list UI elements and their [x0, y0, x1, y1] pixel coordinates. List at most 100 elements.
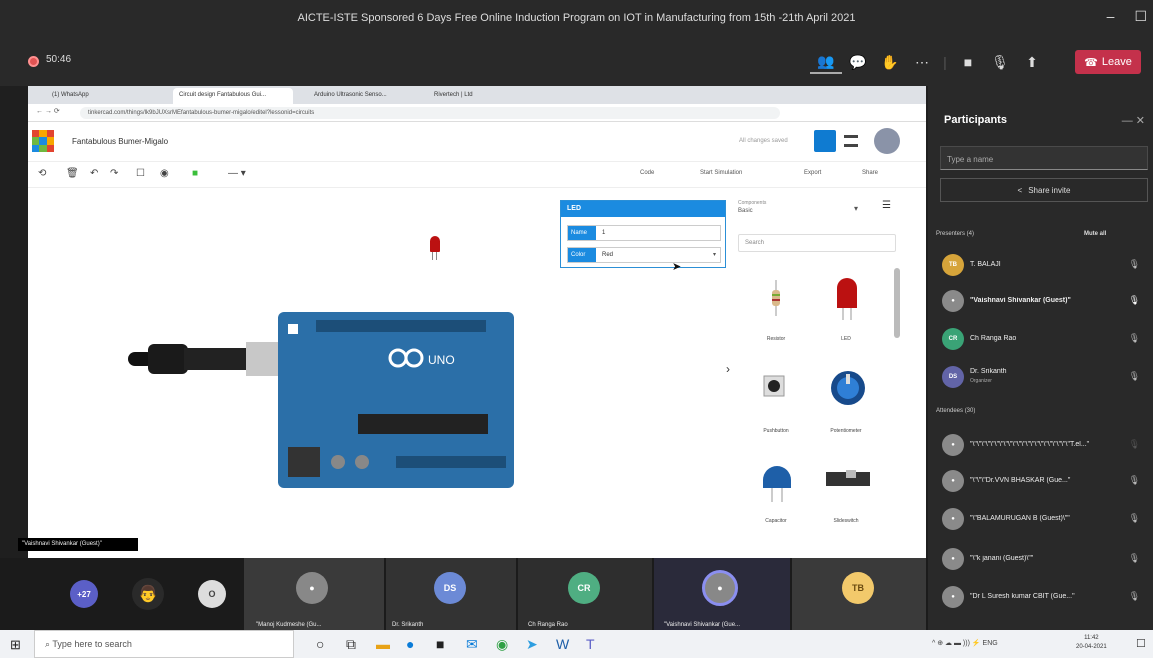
- participants-icon[interactable]: 👥: [810, 50, 842, 74]
- avatar: ●: [942, 470, 964, 492]
- participant-photo-avatar[interactable]: 👨: [132, 578, 164, 610]
- resistor-icon[interactable]: [770, 280, 782, 316]
- minimize-icon[interactable]: –: [1107, 8, 1115, 25]
- file-explorer-icon[interactable]: ▬: [376, 636, 390, 652]
- video-tile-speaking[interactable]: ● "Vaishnavi Shivankar (Gue...: [654, 558, 790, 630]
- edge-icon[interactable]: ●: [406, 636, 414, 652]
- tinkercad-logo[interactable]: [32, 130, 54, 152]
- redo-icon[interactable]: ↷: [110, 168, 118, 179]
- nav-arrows-icon[interactable]: ← → ⟳: [36, 107, 60, 115]
- browser-tab-active[interactable]: Circuit design Fantabulous Gui...: [173, 88, 293, 104]
- system-tray[interactable]: ^ ⊕ ☁ ▬ ))) ⚡ ENG: [932, 639, 998, 647]
- camera-icon[interactable]: ■: [952, 50, 984, 74]
- avatar: ●: [942, 586, 964, 608]
- share-button[interactable]: Share: [862, 170, 878, 176]
- video-tile[interactable]: ● "Manoj Kudmeshe (Gu...: [244, 558, 384, 630]
- participant-row[interactable]: ● "\"k janani (Guest)\"" 🎙: [942, 548, 1142, 572]
- share-invite-button[interactable]: < Share invite: [940, 178, 1148, 202]
- attendees-header[interactable]: Attendees (30): [936, 408, 975, 414]
- avatar[interactable]: [874, 128, 900, 154]
- participant-row[interactable]: CR Ch Ranga Rao 🎙: [942, 328, 1142, 352]
- circuit-view-button[interactable]: [814, 130, 836, 152]
- start-simulation-button[interactable]: Start Simulation: [700, 170, 742, 176]
- participant-row[interactable]: ● "Dr L Suresh kumar CBIT (Gue..." 🎙: [942, 586, 1142, 610]
- visibility-icon[interactable]: ◉: [160, 168, 169, 179]
- delete-icon[interactable]: 🗑: [66, 168, 79, 179]
- components-label: Components: [738, 200, 767, 206]
- more-options-icon[interactable]: ⋯: [906, 50, 938, 74]
- overflow-participants-button[interactable]: +27: [70, 580, 98, 608]
- color-select[interactable]: Color Red ▾: [567, 247, 721, 263]
- note-icon[interactable]: ☐: [136, 168, 145, 179]
- telegram-icon[interactable]: ➤: [526, 636, 538, 653]
- participant-row[interactable]: ● "\"\"\"Dr.VVN BHASKAR (Gue..." 🎙: [942, 470, 1142, 494]
- circuit-canvas[interactable]: UNO LED Name 1 Color Red ▾ ➤ › Component…: [28, 188, 926, 558]
- tile-label: Dr. Srikanth: [392, 622, 424, 628]
- task-view-icon[interactable]: ⧉: [346, 636, 356, 653]
- search-input[interactable]: Search: [738, 234, 896, 252]
- clock[interactable]: 11:42 20-04-2021: [1076, 634, 1107, 652]
- components-scrollbar[interactable]: [894, 268, 900, 338]
- reactions-icon[interactable]: ✋: [874, 50, 906, 74]
- teams-icon[interactable]: T: [586, 636, 595, 652]
- slideswitch-icon[interactable]: [826, 470, 870, 492]
- export-button[interactable]: Export: [804, 170, 821, 176]
- url-field[interactable]: tinkercad.com/things/lk9bJUXsrMEfantabul…: [80, 107, 780, 119]
- participant-row[interactable]: ● "\"\"\"\"\"\"\"\"\"\"\"\"\"\"\"\"\"\"\…: [942, 434, 1142, 458]
- avatar: TB: [942, 254, 964, 276]
- mail-icon[interactable]: ✉: [466, 636, 478, 653]
- presenters-header[interactable]: Presenters (4): [936, 231, 974, 237]
- participant-search-input[interactable]: Type a name: [940, 146, 1148, 170]
- video-tile[interactable]: DS Dr. Srikanth: [386, 558, 516, 630]
- color-picker-icon[interactable]: ■: [192, 168, 198, 179]
- leave-label: Leave: [1101, 56, 1132, 68]
- windows-start-icon[interactable]: ⊞: [10, 637, 21, 653]
- design-name[interactable]: Fantabulous Bumer-Migalo: [72, 137, 168, 146]
- color-value[interactable]: Red: [602, 252, 613, 258]
- participant-row[interactable]: ● "Vaishnavi Shivankar (Guest)" 🎙: [942, 290, 1142, 314]
- led-component[interactable]: [430, 236, 440, 260]
- share-screen-icon[interactable]: ⬆: [1016, 50, 1048, 74]
- video-tile[interactable]: CR Ch Ranga Rao: [518, 558, 652, 630]
- participants-panel: Participants — ✕ Type a name < Share inv…: [928, 86, 1153, 630]
- participant-row[interactable]: TB T. BALAJI 🎙: [942, 254, 1142, 278]
- components-select[interactable]: Components Basic ▾: [738, 200, 864, 222]
- participant-row[interactable]: DS Dr. Srikanth Organizer 🎙: [942, 366, 1142, 390]
- name-field[interactable]: Name 1: [567, 225, 721, 241]
- store-icon[interactable]: ■: [436, 636, 444, 652]
- leave-button[interactable]: ☎ Leave: [1075, 50, 1141, 74]
- potentiometer-icon[interactable]: [830, 370, 866, 406]
- browser-tab[interactable]: Arduino Ultrasonic Senso...: [308, 88, 423, 104]
- maximize-icon[interactable]: ☐: [1134, 8, 1147, 25]
- list-view-icon[interactable]: [844, 135, 858, 147]
- taskbar-search-input[interactable]: ⌕ Type here to search: [34, 630, 294, 658]
- chat-icon[interactable]: 💬: [842, 50, 874, 74]
- pushbutton-icon[interactable]: [762, 374, 786, 400]
- participant-name: "\"k janani (Guest)\"": [970, 555, 1034, 562]
- collapse-arrow-icon[interactable]: ›: [726, 362, 730, 376]
- components-panel: Components Basic ▾ ☰ Search Resistor LED…: [734, 188, 908, 558]
- rotate-icon[interactable]: ⟲: [38, 168, 46, 179]
- close-icon[interactable]: — ✕: [1122, 114, 1145, 127]
- wire-type-icon[interactable]: — ▾: [228, 168, 246, 179]
- cortana-icon[interactable]: ○: [316, 636, 324, 652]
- code-button[interactable]: Code: [640, 170, 654, 176]
- undo-icon[interactable]: ↶: [90, 168, 98, 179]
- capacitor-icon[interactable]: [760, 460, 794, 502]
- mic-off-icon[interactable]: 🎙: [984, 50, 1016, 74]
- name-value[interactable]: 1: [602, 230, 605, 236]
- video-tile[interactable]: TB: [792, 558, 926, 630]
- participant-avatar[interactable]: O: [198, 580, 226, 608]
- arduino-board[interactable]: UNO: [128, 312, 528, 492]
- browser-tabs: (1) WhatsApp Circuit design Fantabulous …: [28, 86, 926, 104]
- word-icon[interactable]: W: [556, 636, 569, 652]
- mic-off-icon: 🎙: [1128, 475, 1140, 485]
- browser-tab[interactable]: (1) WhatsApp: [46, 88, 156, 104]
- list-icon[interactable]: ☰: [882, 200, 891, 211]
- chrome-icon[interactable]: ◉: [496, 636, 508, 653]
- mute-all-button[interactable]: Mute all: [1084, 231, 1106, 237]
- browser-tab[interactable]: Rivertech | Ltd: [428, 88, 538, 104]
- led-icon[interactable]: [834, 274, 860, 320]
- participant-row[interactable]: ● "\"BALAMURUGAN B (Guest)\"" 🎙: [942, 508, 1142, 532]
- notification-icon[interactable]: ☐: [1136, 637, 1146, 650]
